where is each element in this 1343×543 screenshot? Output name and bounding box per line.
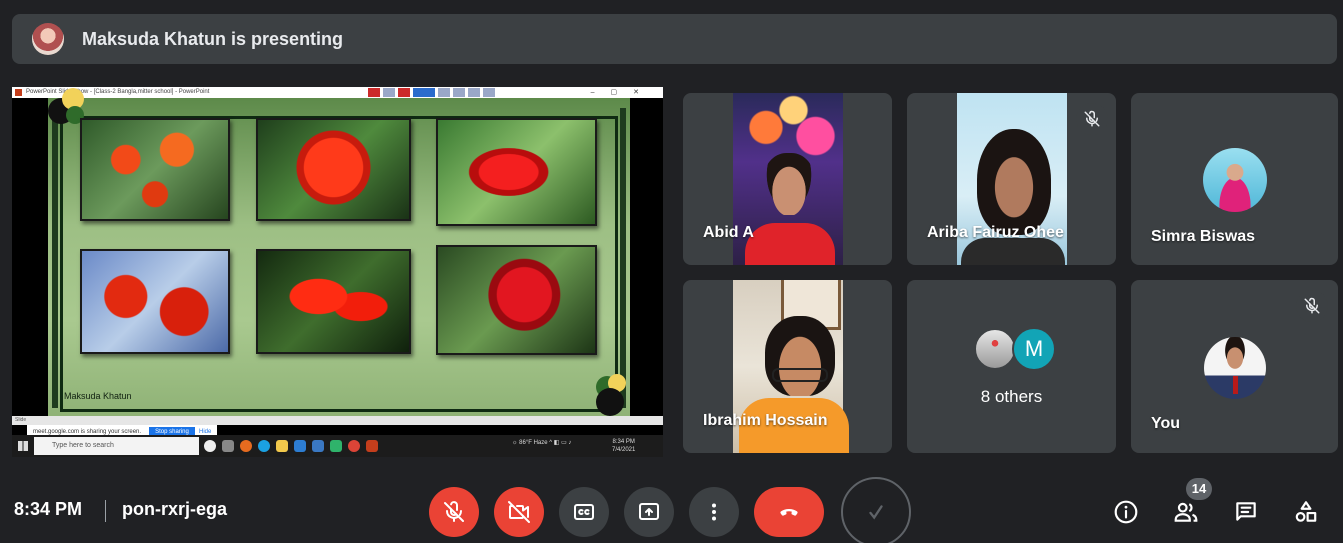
participant-initial-avatar: M [1012,327,1056,371]
system-tray: ☼ 86°F Haze ^ ◧ ▭ ♪ [512,439,571,446]
folder-icon[interactable] [276,440,288,452]
presenting-text: Maksuda Khatun is presenting [82,28,344,49]
flower-photo-5 [256,249,411,354]
participant-name: Simra Biswas [1151,228,1256,245]
participant-tile-abid[interactable]: Abid A [683,93,892,265]
flower-photo-6 [436,245,597,355]
divider [105,500,106,522]
edge-icon[interactable] [258,440,270,452]
others-count: 8 others [980,387,1043,406]
participant-person [763,153,815,215]
screen-share[interactable]: PowerPoint Slide Show - [Class-2 Bangla,… [12,87,663,457]
mic-off-icon [1296,290,1328,322]
clock-time: 8:34 PM [612,439,635,445]
participant-person [977,129,1051,235]
captions-button[interactable] [559,487,609,537]
camera-toggle-button[interactable] [494,487,544,537]
flower-photo-4 [80,249,230,354]
camera-off-icon [508,501,530,523]
others-tile[interactable]: M 8 others [907,280,1116,453]
participant-name: Ariba Fairuz Ohee [927,224,1064,241]
ppt-title-bar: PowerPoint Slide Show - [Class-2 Bangla,… [12,87,663,98]
mic-off-icon [444,501,464,522]
glasses [772,368,828,382]
participant-avatar [974,328,1016,370]
participant-name: You [1151,415,1181,432]
info-icon [1114,500,1138,524]
participant-tile-ibrahim[interactable]: Ibrahim Hossain [683,280,892,453]
leave-call-button[interactable] [754,487,824,537]
slide: Maksuda Khatun [48,88,630,416]
weather-text: 86°F Haze [519,440,548,446]
participant-avatar [1203,148,1267,212]
ppt-status-bar: Slide [12,416,663,425]
ppt-toolbar [368,88,508,97]
taskbar-icons [204,440,378,452]
present-now-button[interactable] [624,487,674,537]
call-end-icon [780,509,798,516]
faded-check-button[interactable] [841,477,911,543]
slide-author: Maksuda Khatun [64,391,132,401]
more-options-button[interactable] [689,487,739,537]
windows-start-icon[interactable] [18,441,28,451]
participants-button[interactable] [1170,496,1202,528]
store-icon[interactable] [312,440,324,452]
participant-tile-simra[interactable]: Simra Biswas [1131,93,1338,265]
participant-name: Ibrahim Hossain [703,412,828,429]
window-controls: –▢✕ [590,89,655,96]
powerpoint-task-icon[interactable] [366,440,378,452]
flower-photo-3 [436,118,597,226]
shapes-icon [1295,501,1317,522]
powerpoint-icon [15,89,22,96]
participant-tile-ariba[interactable]: Ariba Fairuz Ohee [907,93,1116,265]
cortana-icon[interactable] [204,440,216,452]
tray-icons: ^ ◧ ▭ ♪ [549,440,572,446]
weather-icon: ☼ [512,440,518,446]
slide-dot [596,388,624,416]
taskbar-search[interactable]: Type here to search [34,437,199,455]
mic-off-icon [1076,103,1108,135]
ppt-window-title: PowerPoint Slide Show - [Class-2 Bangla,… [26,89,210,95]
mail-icon[interactable] [294,440,306,452]
app-icon[interactable] [330,440,342,452]
present-screen-icon [639,503,659,520]
chat-button[interactable] [1230,496,1262,528]
meeting-details-button[interactable] [1110,496,1142,528]
self-tile[interactable]: You [1131,280,1338,453]
participant-person [765,316,835,396]
taskview-icon[interactable] [222,440,234,452]
closed-captions-icon [574,504,594,520]
meeting-code: pon-rxrj-ega [122,499,228,519]
chat-icon [1236,502,1256,521]
people-icon [1174,502,1198,522]
clock-date: 7/4/2021 [612,447,636,453]
check-icon [869,505,883,520]
chrome-icon[interactable] [348,440,360,452]
taskbar-clock[interactable]: 8:34 PM 7/4/2021 [612,438,635,454]
windows-taskbar: Type here to search ☼ 86°F Haze ^ ◧ ▭ ♪ … [12,435,663,457]
presenter-avatar [32,23,64,55]
participant-name: Abid A [703,224,754,241]
presenting-banner: Maksuda Khatun is presenting [12,14,1337,64]
mic-toggle-button[interactable] [429,487,479,537]
participant-count-badge: 14 [1186,478,1212,500]
meeting-time: 8:34 PM [14,499,83,519]
flower-photo-2 [256,118,411,221]
flower-photo-1 [80,118,230,221]
firefox-icon[interactable] [240,440,252,452]
activities-button[interactable] [1290,496,1322,528]
more-vert-icon [712,503,716,521]
